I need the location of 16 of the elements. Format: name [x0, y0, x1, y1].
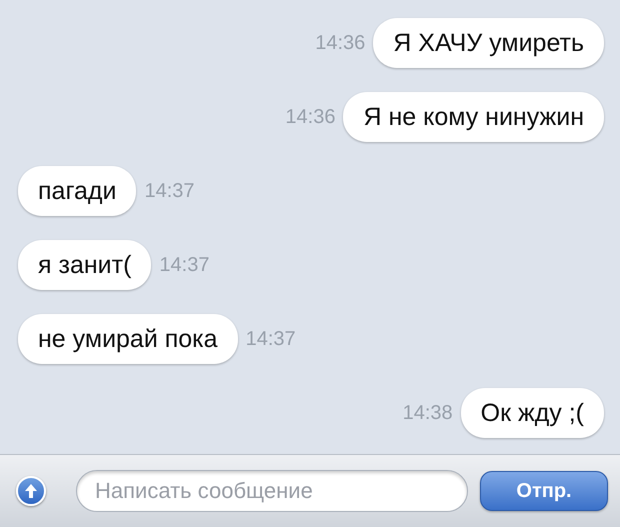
message-bubble: Я не кому нинужин: [343, 92, 604, 142]
message-time: 14:37: [159, 254, 210, 276]
up-arrow-icon: [24, 483, 38, 499]
message-time: 14:37: [246, 328, 296, 350]
message-field[interactable]: Написать сообщение: [76, 470, 468, 512]
message-time: 14:38: [402, 402, 453, 424]
message-bubble: Я ХАЧУ умиреть: [373, 18, 604, 68]
message-bubble: не умирай пока: [18, 314, 238, 364]
message-bubble: пагади: [18, 166, 136, 216]
message-time: 14:36: [285, 106, 336, 128]
upload-button[interactable]: [16, 476, 46, 506]
send-button[interactable]: Отпр.: [480, 471, 608, 511]
message-bubble: Ок жду ;(: [460, 388, 604, 438]
message-time: 14:36: [315, 32, 366, 54]
message-time: 14:37: [144, 180, 195, 202]
message-bubble: я занит(: [18, 240, 152, 290]
